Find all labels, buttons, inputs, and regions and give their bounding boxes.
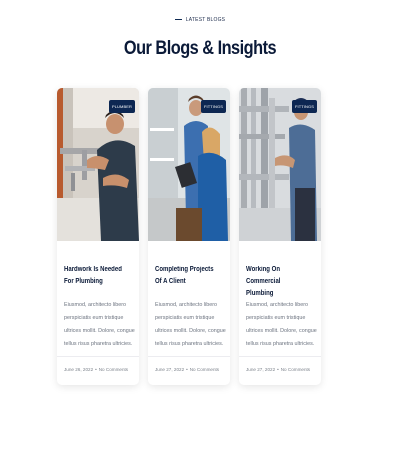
blog-card-excerpt: Eiusmod, architecto libero perspiciatis … bbox=[246, 302, 317, 347]
meta-separator: • bbox=[95, 367, 97, 372]
blog-card[interactable]: PLUMBER Hardwork Is Needed For Plumbing … bbox=[57, 88, 139, 385]
category-tag[interactable]: PLUMBER bbox=[108, 100, 135, 113]
card-divider bbox=[239, 356, 321, 357]
category-tag[interactable]: FITTINGS bbox=[291, 100, 317, 113]
meta-separator: • bbox=[277, 367, 279, 372]
blog-card[interactable]: FITTINGS Completing Projects Of A Client… bbox=[148, 88, 230, 385]
blog-card-image[interactable]: FITTINGS bbox=[148, 88, 230, 241]
eyebrow-dash bbox=[174, 18, 182, 21]
blog-card[interactable]: FITTINGS Working On Commercial Plumbing … bbox=[239, 88, 321, 385]
post-date: June 27, 2022 bbox=[246, 367, 276, 372]
post-date: June 27, 2022 bbox=[155, 367, 185, 372]
section-eyebrow: LATEST BLOGS bbox=[0, 17, 400, 23]
card-divider bbox=[148, 356, 230, 357]
category-tag[interactable]: FITTINGS bbox=[200, 100, 226, 113]
section-heading: Our Blogs & Insights bbox=[123, 38, 277, 59]
meta-separator: • bbox=[186, 367, 188, 372]
blog-card-image[interactable]: FITTINGS bbox=[239, 88, 321, 241]
blog-card-title[interactable]: Hardwork Is Needed For Plumbing bbox=[64, 264, 124, 288]
eyebrow-label: LATEST BLOGS bbox=[185, 17, 226, 23]
blog-card-excerpt: Eiusmod, architecto libero perspiciatis … bbox=[155, 302, 226, 347]
card-divider bbox=[57, 356, 139, 357]
blog-card-title[interactable]: Working On Commercial Plumbing bbox=[246, 264, 306, 300]
blog-card-meta: June 26, 2022 • No Comments bbox=[64, 367, 128, 372]
blog-card-excerpt: Eiusmod, architecto libero perspiciatis … bbox=[64, 302, 135, 347]
comments-link[interactable]: No Comments bbox=[99, 367, 128, 372]
blog-card-title[interactable]: Completing Projects Of A Client bbox=[155, 264, 215, 288]
comments-link[interactable]: No Comments bbox=[281, 367, 310, 372]
blog-card-image[interactable]: PLUMBER bbox=[57, 88, 139, 241]
blog-card-meta: June 27, 2022 • No Comments bbox=[246, 367, 310, 372]
comments-link[interactable]: No Comments bbox=[190, 367, 219, 372]
blog-card-meta: June 27, 2022 • No Comments bbox=[155, 367, 219, 372]
post-date: June 26, 2022 bbox=[64, 367, 94, 372]
